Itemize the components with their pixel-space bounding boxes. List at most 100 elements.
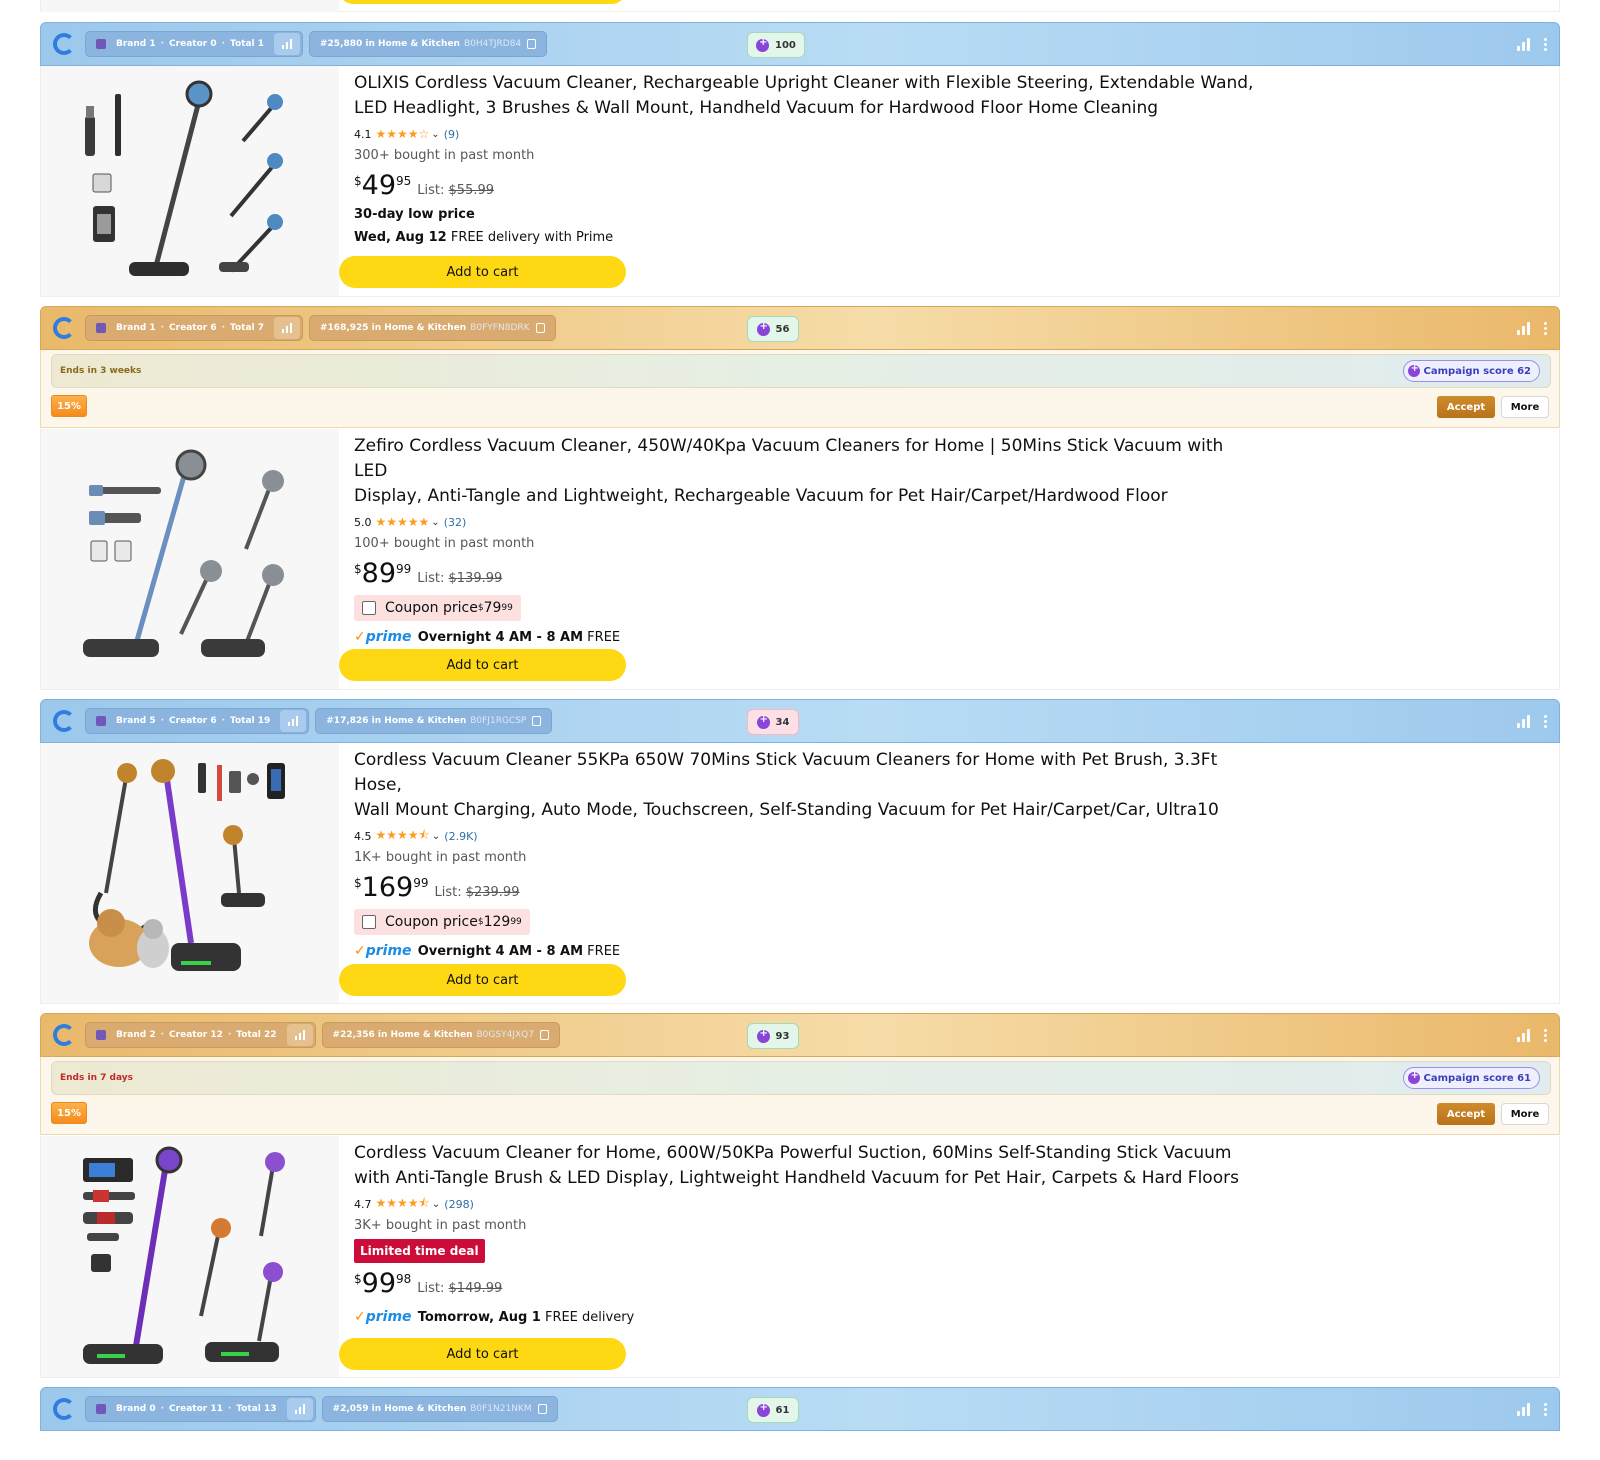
kebab-icon[interactable] (1544, 714, 1547, 728)
signal-icon[interactable] (1517, 714, 1530, 728)
product-title[interactable]: Zefiro Cordless Vacuum Cleaner, 450W/40K… (354, 434, 1254, 509)
previous-add-to-cart-button[interactable] (339, 0, 626, 4)
extension-logo-icon[interactable] (53, 33, 75, 55)
chevron-down-icon[interactable]: ⌄ (431, 517, 439, 528)
review-count-link[interactable]: (32) (444, 516, 467, 529)
prime-logo: prime (365, 1309, 412, 1325)
bar-chart-icon[interactable] (274, 317, 300, 339)
chevron-down-icon[interactable]: ⌄ (432, 1199, 440, 1210)
product-title[interactable]: Cordless Vacuum Cleaner 55KPa 650W 70Min… (354, 748, 1254, 823)
coupon-checkbox[interactable] (362, 601, 376, 615)
product-title[interactable]: OLIXIS Cordless Vacuum Cleaner, Recharge… (354, 71, 1254, 121)
rating-value: 4.1 (354, 127, 372, 141)
star-rating-icon[interactable]: ★★★★★ (376, 515, 430, 529)
product-image[interactable] (41, 743, 339, 1003)
campaign-score-badge[interactable]: Campaign score 62 (1402, 360, 1540, 382)
add-to-cart-button[interactable]: Add to cart (339, 964, 626, 996)
list-price: List: $149.99 (417, 1281, 502, 1296)
review-count-link[interactable]: (2.9K) (444, 830, 477, 843)
brand-creator-stats[interactable]: Brand 1 · Creator 6 · Total 7 (85, 315, 303, 341)
title-line[interactable]: Cordless Vacuum Cleaner for Home, 600W/5… (354, 1141, 1254, 1166)
kebab-icon[interactable] (1544, 37, 1547, 51)
price[interactable]: $ 89 99 List: $139.99 (354, 559, 1254, 591)
chevron-down-icon[interactable]: ⌄ (432, 831, 440, 842)
brand-creator-stats[interactable]: Brand 1 · Creator 0 · Total 1 (85, 31, 303, 57)
more-button[interactable]: More (1501, 1103, 1549, 1125)
brand-creator-stats[interactable]: Brand 2 · Creator 12 · Total 22 (85, 1022, 316, 1048)
add-to-cart-button[interactable]: Add to cart (339, 256, 626, 288)
price[interactable]: $ 99 98 List: $149.99 (354, 1269, 1254, 1301)
search-results: Brand 1 · Creator 0 · Total 1 #25,880 in H… (0, 0, 1600, 1460)
store-icon (96, 716, 106, 726)
rating-value: 5.0 (354, 515, 372, 529)
score-badge[interactable]: 61 (747, 1397, 799, 1423)
price[interactable]: $ 169 99 List: $239.99 (354, 873, 1254, 905)
more-button[interactable]: More (1501, 396, 1549, 418)
delivery-text: FREE delivery (540, 1310, 635, 1325)
score-badge[interactable]: 56 (747, 316, 799, 342)
coupon[interactable]: Coupon price $129 99 (354, 909, 530, 935)
signal-icon[interactable] (1517, 1028, 1530, 1042)
extension-logo-icon[interactable] (53, 710, 75, 732)
accept-button[interactable]: Accept (1437, 1103, 1495, 1125)
campaign-score-badge[interactable]: Campaign score 61 (1402, 1067, 1540, 1089)
title-line[interactable]: with Anti-Tangle Brush & LED Display, Li… (354, 1166, 1254, 1191)
star-rating-icon[interactable]: ★★★★⯪ (376, 826, 430, 847)
extension-logo-icon[interactable] (53, 317, 75, 339)
review-count-link[interactable]: (298) (444, 1198, 474, 1211)
kebab-icon[interactable] (1544, 321, 1547, 335)
kebab-icon[interactable] (1544, 1028, 1547, 1042)
kebab-icon[interactable] (1544, 1402, 1547, 1416)
star-rating-icon[interactable]: ★★★★⯪ (376, 1194, 430, 1215)
title-line[interactable]: Wall Mount Charging, Auto Mode, Touchscr… (354, 798, 1254, 823)
review-count-link[interactable]: (9) (444, 128, 460, 141)
asin: B0FYFN8DRK (470, 323, 530, 333)
score-plus-icon (756, 37, 769, 52)
brand-creator-stats[interactable]: Brand 5 · Creator 6 · Total 19 (85, 708, 310, 734)
bar-chart-icon[interactable] (274, 33, 300, 55)
extension-bar: Brand 2 · Creator 12 · Total 22 #22,356 in… (40, 1013, 1560, 1057)
add-to-cart-button[interactable]: Add to cart (339, 1338, 626, 1370)
copy-icon[interactable] (532, 716, 542, 726)
coupon[interactable]: Coupon price $79 99 (354, 595, 521, 621)
brand-creator-stats[interactable]: Brand 0 · Creator 11 · Total 13 (85, 1396, 316, 1422)
price[interactable]: $ 49 95 List: $55.99 (354, 171, 1254, 203)
score-badge[interactable]: 93 (747, 1023, 799, 1049)
product-image[interactable] (41, 429, 339, 689)
signal-icon[interactable] (1517, 1402, 1530, 1416)
title-line[interactable]: LED Headlight, 3 Brushes & Wall Mount, H… (354, 96, 1254, 121)
product-card: Cordless Vacuum Cleaner for Home, 600W/5… (40, 1136, 1560, 1378)
signal-icon[interactable] (1517, 321, 1530, 335)
add-to-cart-button[interactable]: Add to cart (339, 649, 626, 681)
star-rating-icon[interactable]: ★★★★☆ (376, 127, 430, 141)
copy-icon[interactable] (537, 1404, 547, 1414)
title-line[interactable]: Display, Anti-Tangle and Lightweight, Re… (354, 484, 1254, 509)
coupon-checkbox[interactable] (362, 915, 376, 929)
score-badge[interactable]: 100 (747, 32, 805, 58)
bar-chart-icon[interactable] (280, 710, 307, 732)
prime-check-icon: ✓ (354, 1309, 366, 1325)
product-title[interactable]: Cordless Vacuum Cleaner for Home, 600W/5… (354, 1141, 1254, 1191)
list-price-value: $149.99 (448, 1281, 503, 1296)
accept-button[interactable]: Accept (1437, 396, 1495, 418)
discount-badge: 15% (51, 1102, 87, 1124)
product-image[interactable] (41, 66, 339, 296)
copy-icon[interactable] (527, 39, 537, 49)
copy-icon[interactable] (539, 1030, 549, 1040)
signal-icon[interactable] (1517, 37, 1530, 51)
score-badge[interactable]: 34 (747, 709, 799, 735)
bar-chart-icon[interactable] (286, 1398, 313, 1420)
delivery-date: Wed, Aug 12 (354, 230, 447, 245)
brand-count: Brand 1 (116, 323, 156, 333)
bar-chart-icon[interactable] (286, 1024, 313, 1046)
title-line[interactable]: OLIXIS Cordless Vacuum Cleaner, Recharge… (354, 71, 1254, 96)
chevron-down-icon[interactable]: ⌄ (431, 129, 439, 140)
title-line[interactable]: Zefiro Cordless Vacuum Cleaner, 450W/40K… (354, 434, 1254, 484)
prime-logo: prime (365, 943, 412, 959)
copy-icon[interactable] (535, 323, 545, 333)
campaign-panel: Ends in 7 days Campaign score 61 15% Acc… (40, 1057, 1560, 1135)
extension-logo-icon[interactable] (53, 1024, 75, 1046)
title-line[interactable]: Cordless Vacuum Cleaner 55KPa 650W 70Min… (354, 748, 1254, 798)
extension-logo-icon[interactable] (53, 1398, 75, 1420)
product-image[interactable] (41, 1136, 339, 1377)
